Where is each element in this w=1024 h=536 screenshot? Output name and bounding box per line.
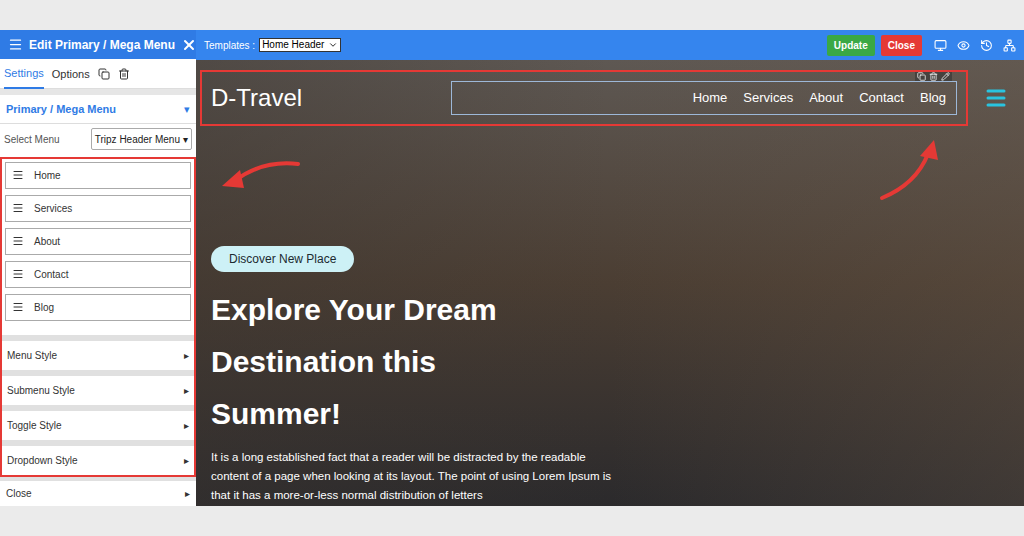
menu-item[interactable]: Services (5, 195, 191, 222)
trash-icon[interactable] (118, 68, 130, 80)
menu-item[interactable]: Blog (5, 294, 191, 321)
nav-link[interactable]: Blog (920, 88, 946, 108)
copy-icon[interactable] (98, 68, 110, 80)
nav-menu[interactable]: Home Services About Contact Blog (451, 81, 957, 115)
header-row: D-Travel Home Services About Contact Blog (196, 60, 1024, 126)
workspace: Templates :Home HeaderUpdateCloseD-Trave… (196, 30, 1024, 506)
page: Edit Primary / Mega Menu Settings Options P… (0, 0, 1024, 536)
style-section[interactable]: Submenu Style▸ (2, 370, 194, 405)
arrow-up-icon (876, 136, 946, 204)
select-menu[interactable]: Tripz Header Menu▾ (91, 128, 192, 150)
menu-item[interactable]: Home (5, 162, 191, 189)
widget-tools (915, 72, 952, 81)
menu-item[interactable]: About (5, 228, 191, 255)
style-section[interactable]: Toggle Style▸ (2, 405, 194, 440)
history-icon[interactable] (980, 39, 993, 52)
drag-handle-icon[interactable] (12, 235, 24, 247)
arrow-left-icon (218, 158, 302, 194)
panel-tab[interactable]: Options (52, 60, 90, 89)
nav-link[interactable]: Contact (859, 88, 904, 108)
drag-handle-icon[interactable] (12, 301, 24, 313)
drag-handle-icon[interactable] (12, 268, 24, 280)
nav-link[interactable]: Services (743, 88, 793, 108)
panel-tab[interactable]: Settings (4, 59, 44, 90)
menu-icon[interactable] (8, 37, 23, 52)
style-section[interactable]: Dropdown Style▸ (2, 440, 194, 475)
copy-icon[interactable] (917, 72, 926, 81)
sitemap-icon[interactable] (1003, 39, 1016, 52)
photo (196, 60, 1024, 506)
style-section[interactable]: Menu Style▸ (2, 335, 194, 370)
trash-icon[interactable] (929, 72, 938, 81)
nav-link[interactable]: Home (693, 88, 728, 108)
panel-header: Edit Primary / Mega Menu (0, 30, 196, 59)
chevron-down-icon (328, 40, 338, 50)
hero-paragraph: It is a long established fact that a rea… (211, 448, 611, 505)
panel-title: Edit Primary / Mega Menu (29, 36, 175, 54)
hero-heading: Explore Your Dream Destination this Summ… (211, 284, 551, 440)
highlight-box: Home Services About Contact Blog Menu Style▸S… (0, 157, 196, 477)
template-select[interactable]: Home Header (259, 38, 341, 52)
select-menu-row: Select MenuTripz Header Menu▾ (0, 124, 196, 153)
drag-handle-icon[interactable] (12, 202, 24, 214)
close-section[interactable]: Close▸ (0, 481, 196, 506)
preview-icon[interactable] (957, 39, 970, 52)
canvas: D-Travel Home Services About Contact Blog Disc… (196, 60, 1024, 506)
menu-item-list: Home Services About Contact Blog (2, 159, 194, 335)
header-template[interactable]: D-Travel Home Services About Contact Blog (200, 70, 968, 126)
drag-handle-icon[interactable] (12, 169, 24, 181)
edit-icon[interactable] (941, 72, 950, 81)
hero-badge[interactable]: Discover New Place (211, 246, 354, 272)
top-toolbar: Templates :Home HeaderUpdateClose (196, 30, 1024, 60)
editor: Edit Primary / Mega Menu Settings Options P… (0, 30, 1024, 506)
nav-link[interactable]: About (809, 88, 843, 108)
section-header[interactable]: Primary / Mega Menu▾ (0, 95, 196, 124)
desktop-icon[interactable] (934, 39, 947, 52)
toolbar-button[interactable]: Close (881, 35, 922, 56)
site-logo[interactable]: D-Travel (211, 80, 451, 116)
menu-item[interactable]: Contact (5, 261, 191, 288)
hamburger-icon[interactable] (984, 86, 1008, 110)
toolbar-button[interactable]: Update (827, 35, 875, 56)
close-icon[interactable] (181, 37, 197, 53)
hero: Discover New Place Explore Your Dream Des… (196, 126, 1024, 505)
panel-tabs: Settings Options (0, 59, 196, 89)
edit-panel: Edit Primary / Mega Menu Settings Options P… (0, 30, 196, 506)
